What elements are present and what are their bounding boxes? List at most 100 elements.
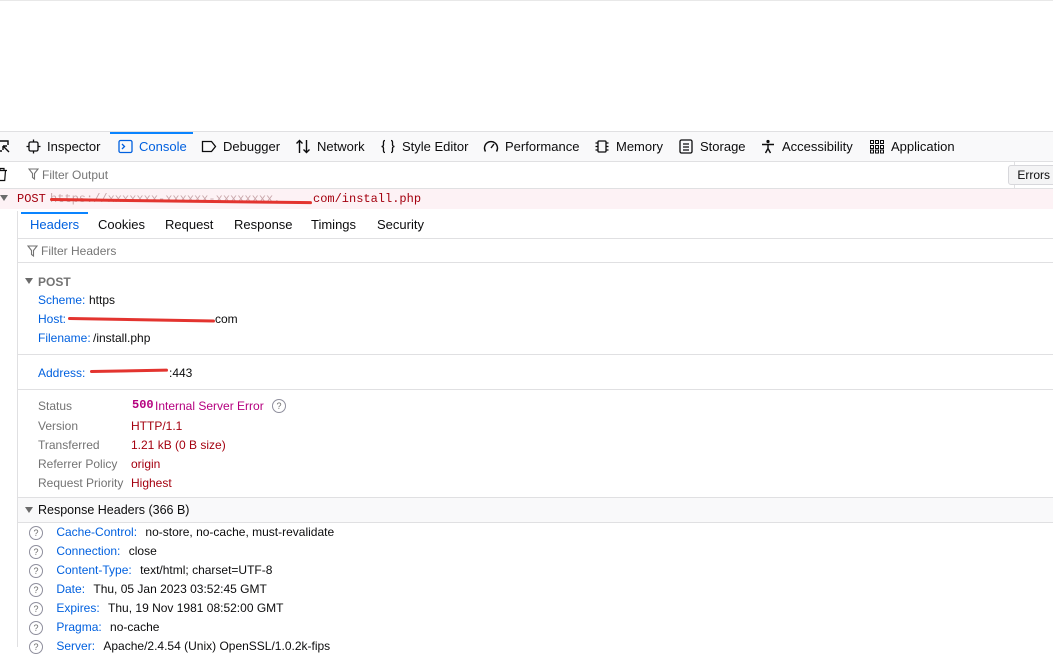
- tab-performance-label: Performance: [505, 139, 580, 154]
- filename-value: /install.php: [93, 331, 151, 345]
- tab-style-editor-label: Style Editor: [402, 139, 469, 154]
- host-redaction-mark: [67, 317, 216, 323]
- filter-headers-bar: [18, 239, 1053, 263]
- tab-inspector-label: Inspector: [47, 139, 101, 154]
- header-value: no-cache: [110, 620, 160, 634]
- address-value: :443: [169, 366, 193, 380]
- host-value: com: [215, 312, 238, 326]
- help-icon[interactable]: ?: [29, 564, 43, 578]
- header-value: no-store, no-cache, must-revalidate: [145, 525, 335, 539]
- filter-headers-input[interactable]: [41, 243, 641, 259]
- application-icon: [870, 140, 884, 154]
- tab-console[interactable]: Console: [118, 132, 187, 161]
- filter-icon: [27, 168, 40, 183]
- top-border: [0, 0, 1053, 1]
- request-method: POST: [17, 192, 46, 206]
- header-value: Thu, 05 Jan 2023 03:52:45 GMT: [93, 582, 267, 596]
- divider: [18, 354, 1053, 355]
- tab-storage-label: Storage: [700, 139, 746, 154]
- address-redaction-mark: [89, 368, 169, 373]
- inspector-icon: [26, 139, 41, 154]
- header-row: ? Date: Thu, 05 Jan 2023 03:52:45 GMT: [29, 582, 267, 597]
- memory-icon: [595, 140, 609, 153]
- tab-application-label: Application: [891, 139, 955, 154]
- header-row: ? Expires: Thu, 19 Nov 1981 08:52:00 GMT: [29, 601, 283, 616]
- filter-output-input[interactable]: [42, 166, 942, 184]
- tab-accessibility-label: Accessibility: [782, 139, 853, 154]
- tab-application[interactable]: Application: [869, 132, 955, 161]
- header-name: Expires:: [56, 601, 100, 615]
- header-value: close: [128, 544, 157, 558]
- filter-headers-icon: [26, 245, 39, 260]
- performance-icon: [483, 140, 499, 152]
- post-section-toggle-icon[interactable]: [25, 278, 33, 284]
- referrer-policy-label: Referrer Policy: [38, 457, 118, 471]
- scheme-label: Scheme:: [38, 293, 86, 307]
- tab-accessibility[interactable]: Accessibility: [760, 132, 853, 161]
- version-value: HTTP/1.1: [131, 419, 183, 433]
- tab-memory[interactable]: Memory: [594, 132, 663, 161]
- errors-filter-button[interactable]: Errors: [1008, 165, 1053, 185]
- header-name: Pragma:: [56, 620, 102, 634]
- header-value: text/html; charset=UTF-8: [140, 563, 273, 577]
- tab-timings[interactable]: Timings: [311, 211, 356, 238]
- help-icon[interactable]: ?: [272, 398, 286, 413]
- header-name: Server:: [56, 639, 96, 653]
- response-headers-section[interactable]: Response Headers (366 B): [18, 497, 1053, 523]
- tab-debugger[interactable]: Debugger: [201, 132, 280, 161]
- network-icon: [296, 139, 310, 154]
- request-log-row[interactable]: POST https://xxxxxxx-xxxxxx-xxxxxxxx. co…: [0, 189, 1053, 209]
- tab-network-label: Network: [317, 139, 365, 154]
- tab-headers[interactable]: Headers: [30, 211, 79, 238]
- tab-response[interactable]: Response: [234, 211, 293, 238]
- header-value: Apache/2.4.54 (Unix) OpenSSL/1.0.2k-fips: [103, 639, 331, 653]
- status-text: Internal Server Error: [155, 399, 264, 413]
- tab-performance[interactable]: Performance: [483, 132, 579, 161]
- request-url-suffix[interactable]: com/install.php: [313, 192, 421, 206]
- request-priority-label: Request Priority: [38, 476, 124, 490]
- help-icon[interactable]: ?: [29, 526, 43, 540]
- tab-cookies[interactable]: Cookies: [98, 211, 145, 238]
- help-icon[interactable]: ?: [29, 621, 43, 635]
- header-row: ? Cache-Control: no-store, no-cache, mus…: [29, 525, 334, 540]
- tab-network[interactable]: Network: [295, 132, 365, 161]
- tab-style-editor[interactable]: Style Editor: [380, 132, 468, 161]
- tab-inspector[interactable]: Inspector: [26, 132, 100, 161]
- header-name: Date:: [56, 582, 86, 596]
- header-row: ? Pragma: no-cache: [29, 620, 159, 635]
- help-icon[interactable]: ?: [29, 602, 43, 616]
- transferred-label: Transferred: [38, 438, 100, 452]
- status-label: Status: [38, 399, 73, 413]
- devtools-toolbar: Inspector Console Debugger Network Style…: [0, 131, 1053, 162]
- tab-debugger-label: Debugger: [223, 139, 281, 154]
- response-headers-label: Response Headers (366 B): [38, 503, 190, 517]
- divider: [18, 389, 1053, 390]
- address-label: Address:: [38, 366, 86, 380]
- console-filter-bar: Errors: [0, 162, 1053, 189]
- console-icon: [118, 139, 133, 154]
- header-name: Connection:: [56, 544, 121, 558]
- transferred-value: 1.21 kB (0 B size): [131, 438, 226, 452]
- tab-console-label: Console: [139, 139, 187, 154]
- header-row: ? Content-Type: text/html; charset=UTF-8: [29, 563, 272, 578]
- host-label: Host:: [38, 312, 67, 326]
- expand-arrow-icon[interactable]: [0, 195, 8, 201]
- post-section-label: POST: [38, 275, 71, 289]
- accessibility-icon: [762, 139, 774, 154]
- scheme-value: https: [89, 293, 116, 307]
- help-icon[interactable]: ?: [29, 640, 43, 654]
- element-picker-icon[interactable]: [0, 139, 10, 156]
- request-details-panel: Headers Cookies Request Response Timings…: [17, 211, 1053, 654]
- version-label: Version: [38, 419, 79, 433]
- response-headers-toggle-icon[interactable]: [25, 507, 33, 513]
- request-priority-value: Highest: [131, 476, 172, 490]
- tab-memory-label: Memory: [616, 139, 663, 154]
- tab-storage[interactable]: Storage: [678, 132, 746, 161]
- help-icon[interactable]: ?: [29, 545, 43, 559]
- tab-security[interactable]: Security: [377, 211, 424, 238]
- help-icon[interactable]: ?: [29, 583, 43, 597]
- header-value: Thu, 19 Nov 1981 08:52:00 GMT: [108, 601, 284, 615]
- tab-request[interactable]: Request: [165, 211, 213, 238]
- filename-label: Filename:: [38, 331, 91, 345]
- trash-icon[interactable]: [0, 167, 8, 185]
